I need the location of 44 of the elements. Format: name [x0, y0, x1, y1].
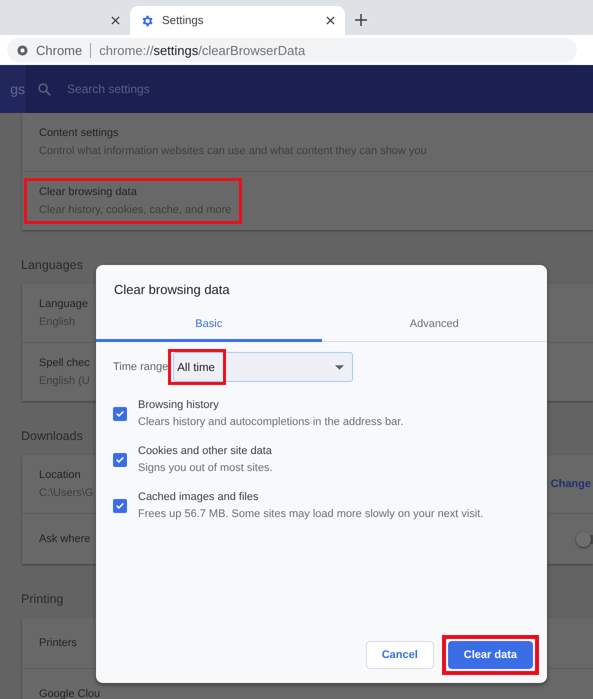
setting-title[interactable]: Language: [39, 298, 88, 310]
option-description: Clears history and autocompletions in the address bar.: [138, 416, 404, 428]
setting-title[interactable]: Location: [39, 469, 94, 481]
clear-data-button[interactable]: Clear data: [448, 641, 533, 669]
cancel-button[interactable]: Cancel: [366, 641, 434, 669]
checkmark-icon: [115, 500, 125, 511]
checkbox[interactable]: [113, 452, 127, 466]
new-tab-icon[interactable]: [355, 14, 367, 26]
time-range-value: All time: [177, 362, 215, 374]
checkmark-icon: [115, 454, 125, 465]
checkbox[interactable]: [113, 406, 127, 420]
setting-title[interactable]: Clear browsing data: [39, 186, 232, 198]
time-range-label: Time range: [113, 361, 168, 373]
option-description: Signs you out of most sites.: [138, 462, 273, 474]
search-icon: [38, 82, 51, 96]
option-title: Browsing history: [138, 399, 220, 411]
site-label: Chrome: [36, 42, 82, 58]
dialog-tab[interactable]: Basic: [96, 310, 322, 342]
close-icon[interactable]: [111, 16, 120, 25]
option-title: Cached images and files: [138, 491, 260, 503]
setting-title[interactable]: Printers: [39, 637, 77, 649]
url-text: chrome://settings/clearBrowserData: [99, 42, 306, 58]
section-heading: Printing: [21, 592, 64, 606]
page-title: gs: [0, 65, 26, 113]
caret-icon: [335, 364, 344, 370]
option-description: Frees up 56.7 MB. Some sites may load more slowly on your next visit.: [138, 508, 484, 520]
checkbox[interactable]: [113, 498, 127, 512]
change-link[interactable]: Change: [550, 478, 591, 490]
search-field[interactable]: Search settings: [65, 81, 269, 97]
chrome-logo-icon: [17, 44, 28, 56]
checkmark-icon: [115, 408, 125, 419]
address-bar[interactable]: Chrome chrome://settings/clearBrowserData: [7, 38, 577, 62]
setting-title[interactable]: Content settings: [39, 127, 427, 139]
browser-tab[interactable]: Settings: [130, 6, 345, 35]
setting-title[interactable]: Ask where: [39, 533, 90, 545]
section-heading: Languages: [21, 258, 84, 272]
setting-title[interactable]: Google Clou: [39, 688, 100, 699]
option-title: Cookies and other site data: [138, 445, 273, 457]
gear-icon: [140, 14, 154, 28]
dialog-title: Clear browsing data: [113, 281, 231, 297]
close-icon[interactable]: [326, 16, 335, 25]
setting-title[interactable]: Spell chec: [39, 357, 90, 369]
dialog-tab[interactable]: Advanced: [322, 310, 547, 342]
section-heading: Downloads: [21, 429, 84, 443]
